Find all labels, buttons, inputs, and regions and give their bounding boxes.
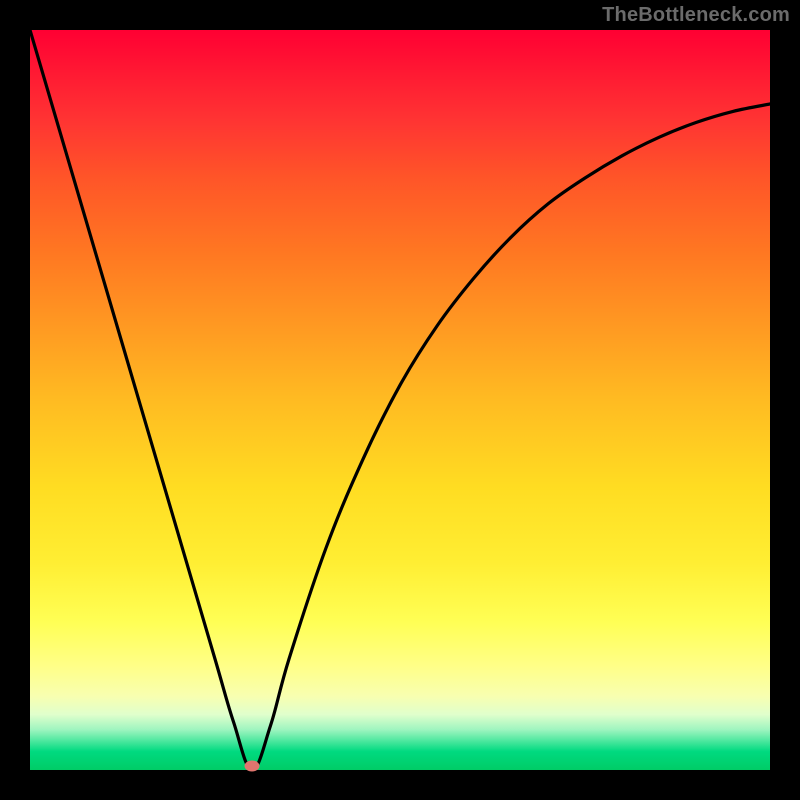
- optimum-marker: [245, 761, 260, 772]
- plot-area: [30, 30, 770, 770]
- chart-frame: TheBottleneck.com: [0, 0, 800, 800]
- bottleneck-curve: [30, 30, 770, 770]
- curve-svg: [30, 30, 770, 770]
- watermark-text: TheBottleneck.com: [602, 4, 790, 27]
